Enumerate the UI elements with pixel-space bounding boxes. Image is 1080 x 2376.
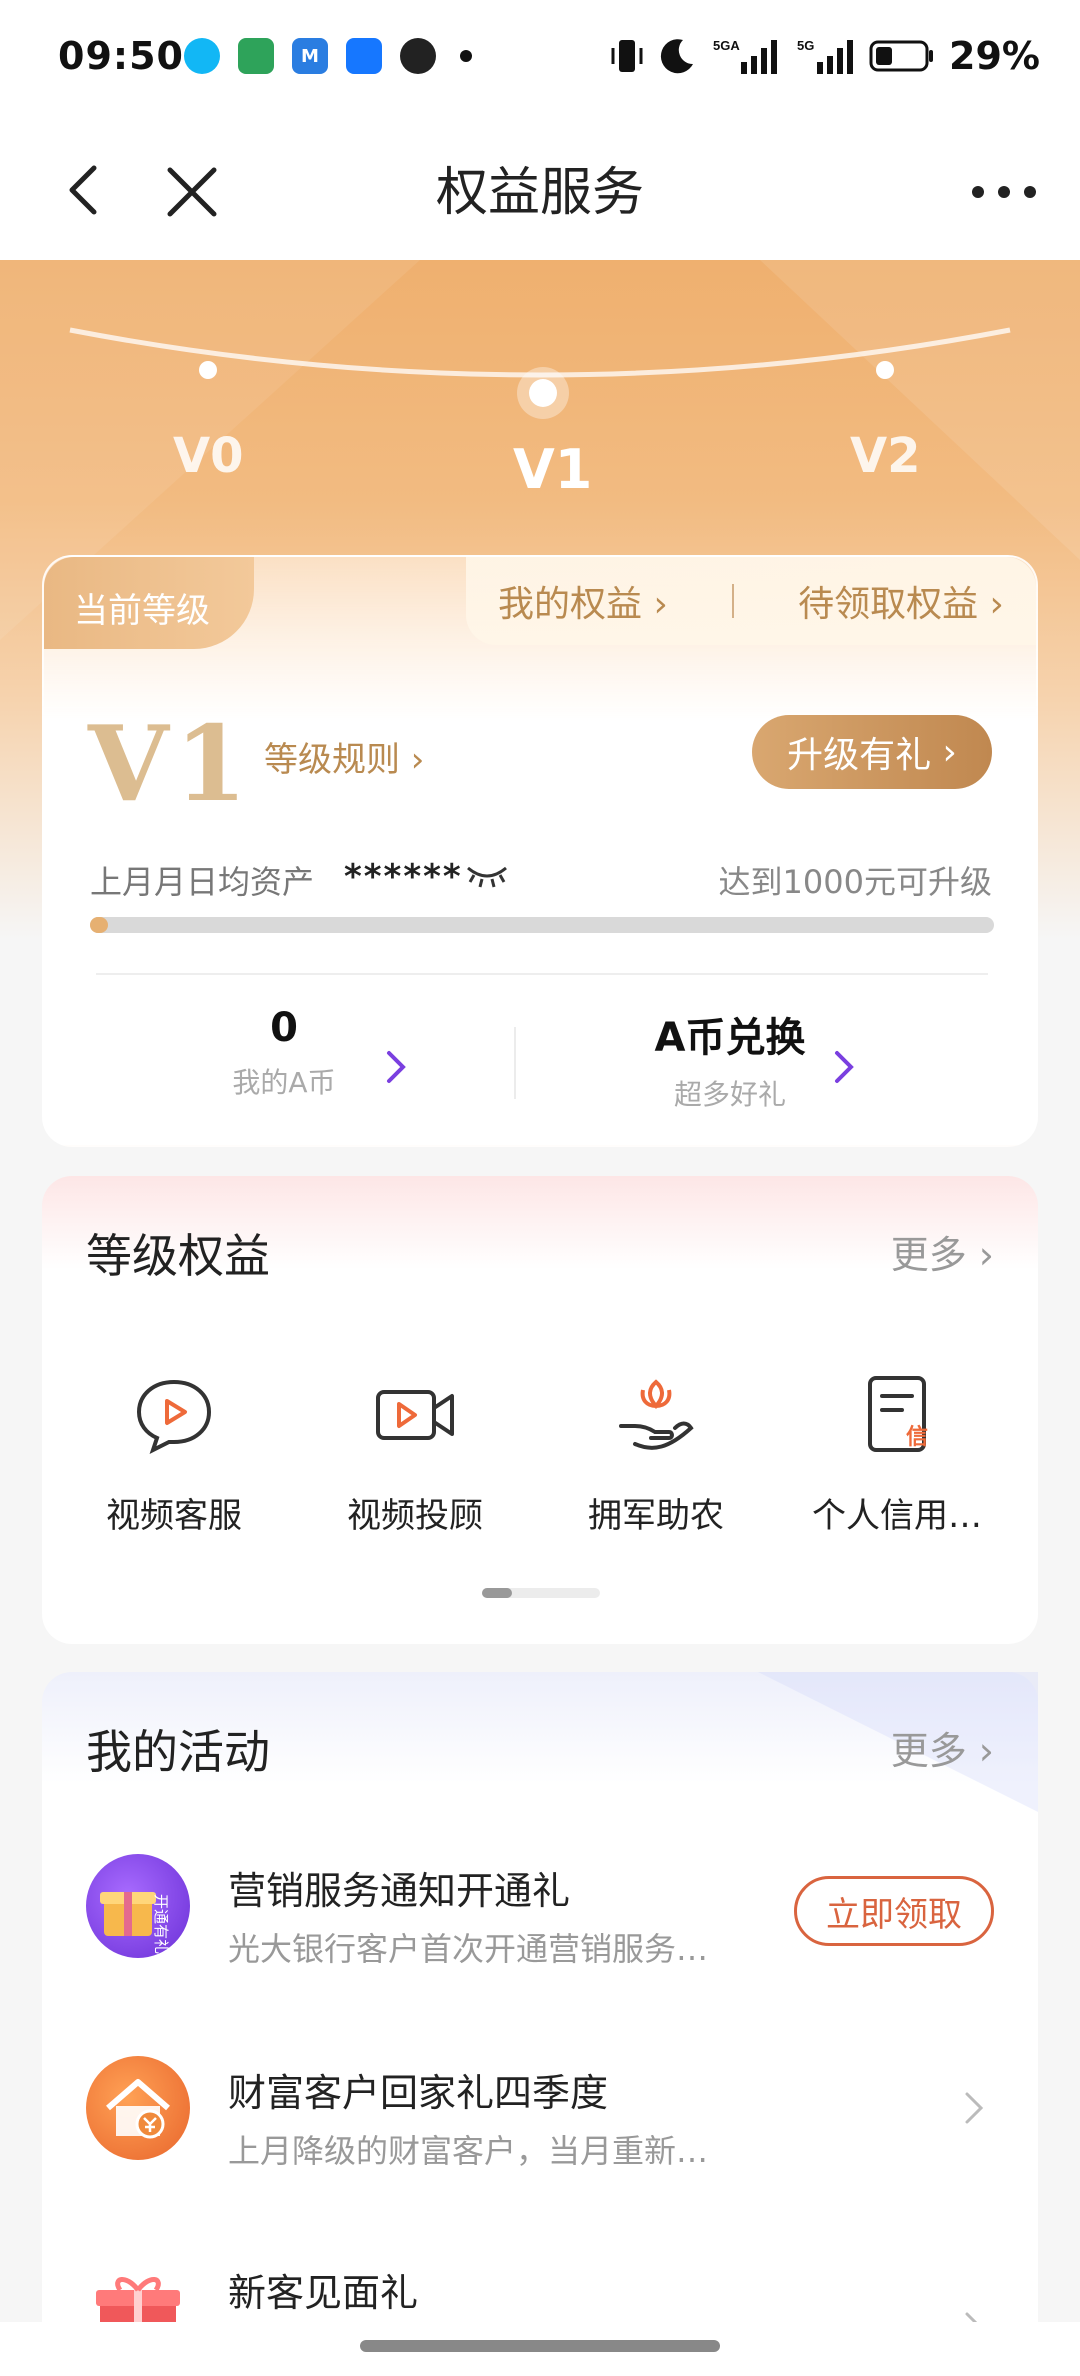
level-progress-bar — [90, 917, 994, 933]
status-time: 09:50 — [58, 34, 184, 78]
activity-title: 财富客户回家礼四季度 — [228, 2071, 609, 2115]
pending-benefits-link[interactable]: 待领取权益 › — [798, 575, 1004, 627]
coin-balance: 0 — [270, 1005, 298, 1051]
video-chat-icon — [136, 1379, 212, 1454]
eye-closed-icon[interactable] — [464, 862, 510, 890]
coin-label: 我的A币 — [232, 1066, 336, 1099]
divider — [96, 973, 988, 975]
alipay-icon — [346, 38, 382, 74]
activities-more-link[interactable]: 更多 › — [891, 1720, 994, 1775]
benefit-label: 视频客服 — [106, 1496, 242, 1536]
activity-item[interactable]: 财富客户回家礼四季度 上月降级的财富客户，当月重新… — [42, 2044, 1038, 2244]
battery-icon — [869, 40, 934, 72]
level-marker-v2: V2 — [850, 428, 921, 484]
benefit-personal-credit[interactable]: 信 个人信用… — [787, 1372, 1007, 1537]
page: 09:50 M 5GA 5G 29% 权益服务 V0 V1 V2 当前等级 我的… — [0, 0, 1080, 2376]
current-level-badge: V1 — [88, 702, 254, 825]
vibrate-icon — [611, 40, 643, 72]
svg-text:开通有礼: 开通有礼 — [152, 1894, 170, 1954]
activity-description: 光大银行客户首次开通营销服务… — [228, 1930, 709, 1968]
svg-text:5GA: 5GA — [713, 38, 740, 53]
oppo-app-icon — [238, 38, 274, 74]
benefit-video-service[interactable]: 视频客服 — [64, 1372, 284, 1537]
benefit-links: 我的权益 › 待领取权益 › — [466, 557, 1036, 645]
level-rules-link[interactable]: 等级规则 › — [264, 732, 424, 781]
benefit-support-army-farmers[interactable]: 拥军助农 — [546, 1372, 766, 1537]
svg-text:5G: 5G — [797, 38, 814, 53]
level-progress-fill — [90, 917, 109, 933]
divider — [514, 1027, 516, 1099]
signal-5g-icon: 5G — [797, 38, 854, 74]
level-marker-v0: V0 — [173, 428, 244, 484]
page-title: 权益服务 — [435, 163, 644, 223]
current-level-tab: 当前等级 — [44, 557, 254, 649]
level-benefits-section: 等级权益 更多 › 视频客服 视频投顾 拥军助农 信 个人信用… — [42, 1176, 1038, 1644]
more-icon[interactable] — [968, 180, 1040, 204]
gift-box-icon: 开通有礼 — [86, 1854, 190, 1958]
battery-percent: 29% — [949, 34, 1040, 78]
status-bar: 09:50 M 5GA 5G 29% — [0, 0, 1080, 120]
carousel-indicator — [482, 1588, 600, 1598]
credit-document-icon: 信 — [868, 1376, 928, 1452]
notification-icons: M — [184, 38, 472, 74]
benefit-label: 视频投顾 — [347, 1496, 483, 1536]
claim-now-button[interactable]: 立即领取 — [794, 1876, 994, 1946]
chevron-right-icon[interactable] — [964, 2090, 984, 2126]
moon-icon — [660, 39, 694, 74]
coin-exchange-title: A币兑换 — [654, 1015, 806, 1061]
activity-title: 新客见面礼 — [228, 2271, 419, 2315]
upgrade-hint: 达到1000元可升级 — [718, 863, 992, 901]
my-activities-section: 我的活动 更多 › 开通有礼 营销服务通知开通礼 光大银行客户首次开通营销服务…… — [42, 1672, 1038, 2376]
signal-5ga-icon: 5GA — [713, 38, 778, 74]
benefit-video-advisor[interactable]: 视频投顾 — [305, 1372, 525, 1537]
activity-description: 上月降级的财富客户，当月重新… — [228, 2132, 709, 2170]
asset-label: 上月月日均资产 — [90, 863, 315, 901]
level-card: 当前等级 我的权益 › 待领取权益 › V1 等级规则 › 升级有礼 › 上月月… — [42, 555, 1038, 1147]
divider — [732, 584, 734, 618]
section-title: 我的活动 — [86, 1725, 270, 1779]
my-coins[interactable]: 0 我的A币 — [84, 1005, 484, 1101]
benefit-label: 个人信用… — [812, 1496, 982, 1536]
asset-value: ****** — [344, 857, 463, 897]
gift-graphic: 开通有礼 — [100, 1892, 170, 1954]
section-title: 等级权益 — [86, 1229, 270, 1283]
m-app-icon: M — [292, 38, 328, 74]
activity-item[interactable]: 开通有礼 营销服务通知开通礼 光大银行客户首次开通营销服务… 立即领取 — [42, 1842, 1038, 2042]
my-benefits-link[interactable]: 我的权益 › — [498, 575, 668, 627]
qq-icon — [184, 38, 220, 74]
more-notifications-icon — [460, 50, 472, 62]
video-camera-icon — [376, 1390, 454, 1440]
home-indicator[interactable] — [360, 2340, 720, 2352]
house-money-icon — [86, 2056, 190, 2160]
coin-exchange-subtitle: 超多好礼 — [673, 1078, 786, 1111]
house-graphic — [106, 2079, 170, 2139]
status-right: 5GA 5G 29% — [611, 34, 1040, 78]
benefits-more-link[interactable]: 更多 › — [891, 1224, 994, 1279]
chevron-right-icon[interactable] — [384, 1047, 408, 1087]
chevron-right-icon[interactable] — [832, 1047, 856, 1087]
nav-bar: 权益服务 — [0, 120, 1080, 260]
activity-title: 营销服务通知开通礼 — [228, 1869, 571, 1913]
benefit-label: 拥军助农 — [588, 1496, 724, 1536]
wechat-icon — [400, 38, 436, 74]
upgrade-gift-button[interactable]: 升级有礼 › — [752, 715, 992, 789]
hand-flower-icon — [619, 1379, 694, 1450]
svg-text:信: 信 — [906, 1424, 928, 1450]
level-marker-v1: V1 — [513, 438, 593, 501]
coin-exchange[interactable]: A币兑换 超多好礼 — [530, 1005, 930, 1113]
